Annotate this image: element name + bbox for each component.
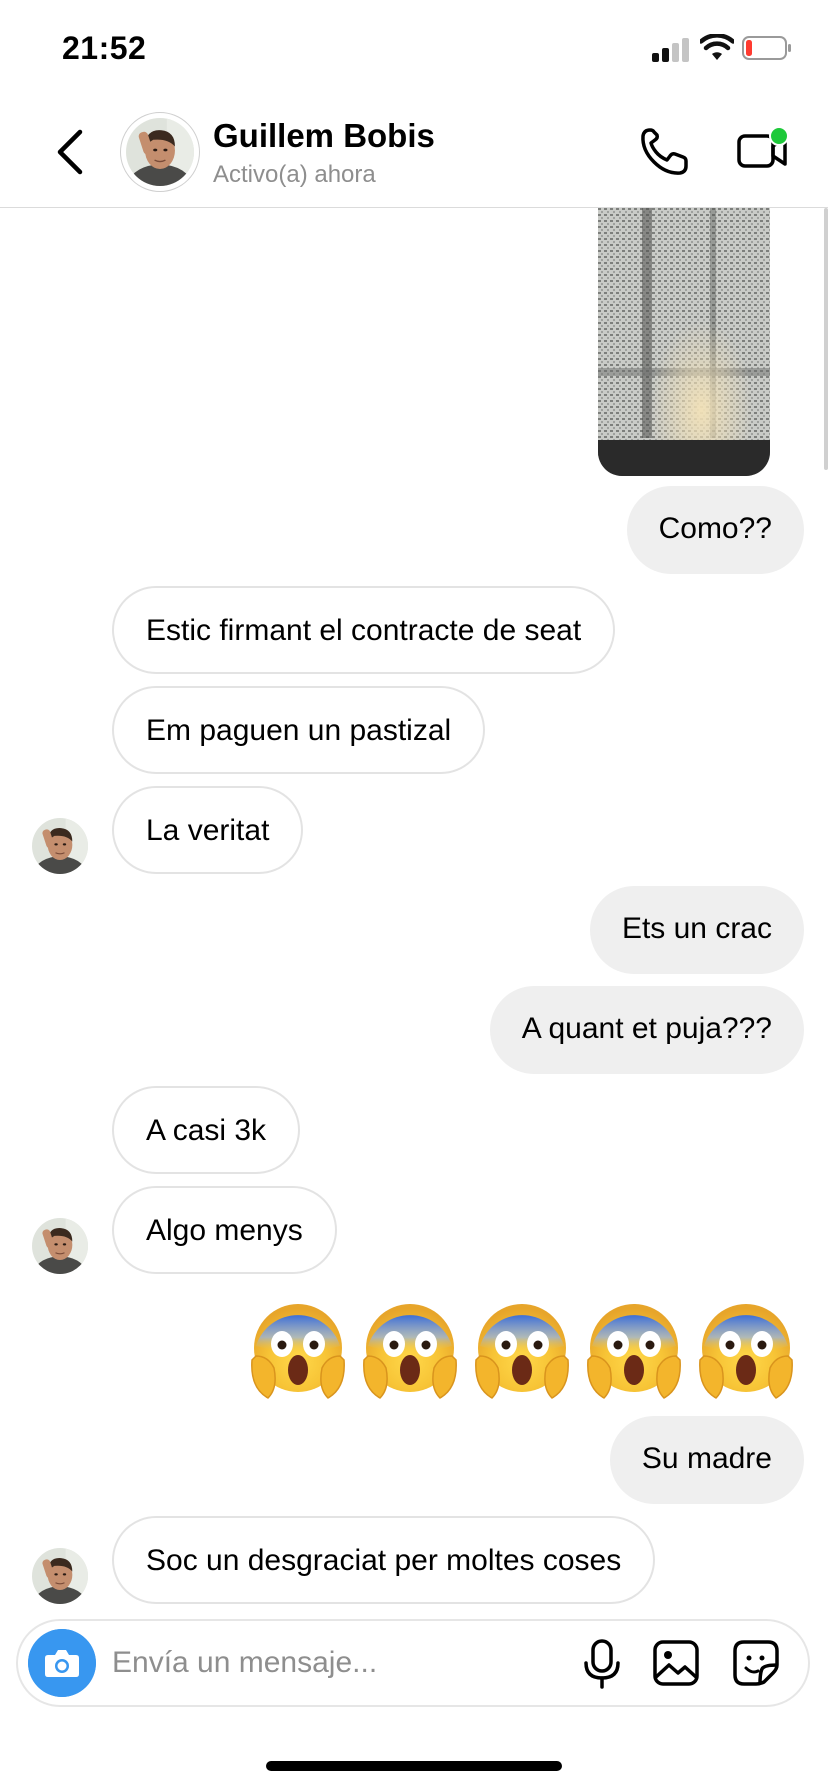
face-screaming-emoji [248,1298,348,1402]
wifi-icon [700,34,734,60]
microphone-icon[interactable] [580,1639,624,1689]
contact-name[interactable]: Guillem Bobis [213,117,435,155]
face-screaming-emoji [472,1298,572,1402]
incoming-message[interactable]: La veritat [112,786,304,874]
contact-avatar[interactable] [120,112,200,192]
status-time: 21:52 [62,30,147,66]
conversation-header: Guillem Bobis Activo(a) ahora [0,100,828,208]
sender-avatar[interactable] [32,1218,88,1274]
incoming-message[interactable]: Soc un desgraciat per moltes coses [112,1516,656,1604]
incoming-message[interactable]: A casi 3k [112,1086,301,1174]
incoming-message[interactable]: Algo menys [112,1186,337,1274]
incoming-message[interactable]: Estic firmant el contracte de seat [112,586,616,674]
camera-icon[interactable] [28,1629,96,1697]
shared-photo-content [598,208,770,476]
outgoing-message[interactable]: A quant et puja??? [489,986,804,1074]
home-indicator [266,1761,562,1771]
incoming-message[interactable]: Em paguen un pastizal [112,686,486,774]
emoji-message[interactable] [248,1298,802,1402]
face-screaming-emoji [584,1298,684,1402]
face-screaming-emoji [696,1298,796,1402]
face-screaming-emoji [360,1298,460,1402]
sender-avatar[interactable] [32,1548,88,1604]
scrollbar[interactable] [824,208,828,470]
outgoing-message[interactable]: Como?? [626,486,804,574]
gallery-icon[interactable] [652,1639,700,1687]
sticker-icon[interactable] [732,1639,780,1687]
message-composer [16,1619,810,1707]
outgoing-message[interactable]: Ets un crac [589,886,804,974]
message-input[interactable] [112,1629,512,1697]
cellular-signal-icon [652,36,692,62]
contact-avatar-photo [126,118,194,186]
sender-avatar[interactable] [32,818,88,874]
battery-icon [742,36,791,60]
status-bar: 21:52 [0,0,828,100]
shared-photo[interactable] [598,208,770,476]
online-indicator [769,126,789,146]
back-arrow-icon[interactable] [50,126,90,178]
message-thread[interactable]: Como?? Estic firmant el contracte de sea… [0,208,828,1608]
outgoing-message[interactable]: Su madre [609,1416,804,1504]
contact-activity-status: Activo(a) ahora [213,161,376,188]
phone-call-icon[interactable] [638,126,690,178]
